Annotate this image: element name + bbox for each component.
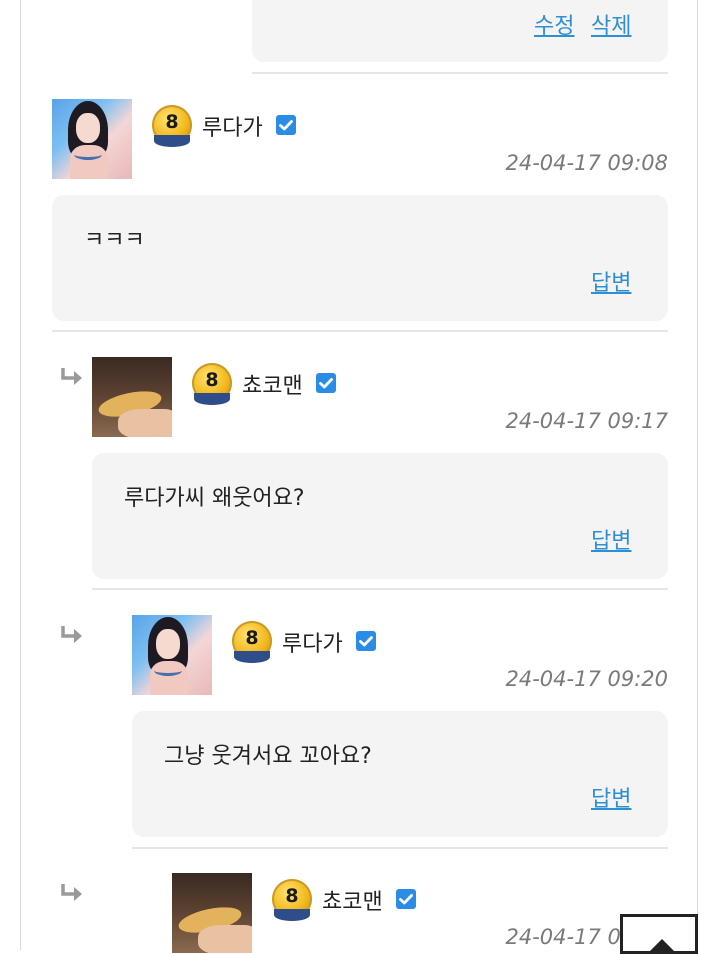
delete-link[interactable]: 삭제 — [591, 8, 631, 40]
reply-link[interactable]: 답변 — [591, 523, 631, 555]
comment-bubble — [92, 453, 668, 579]
divider — [252, 72, 668, 74]
comment-text: 그냥 웃겨서요 꼬아요? — [164, 744, 372, 769]
avatar[interactable] — [172, 873, 252, 953]
avatar[interactable] — [92, 357, 172, 437]
reply-link[interactable]: 답변 — [591, 265, 631, 297]
level-badge-icon: 8 — [152, 105, 192, 147]
verified-check-icon — [396, 889, 416, 909]
reply-arrow-icon — [61, 884, 82, 901]
divider — [132, 847, 668, 849]
author-name[interactable]: 루다가 — [202, 110, 263, 142]
level-badge-icon: 8 — [192, 363, 232, 405]
avatar[interactable] — [52, 99, 132, 179]
comment-text: 루다가씨 왜웃어요? — [124, 486, 305, 511]
reply-arrow-icon — [61, 626, 82, 643]
comment-bubble — [132, 711, 668, 837]
author-name[interactable]: 루다가 — [282, 626, 343, 658]
scroll-top-button[interactable] — [620, 914, 698, 954]
divider — [52, 330, 668, 332]
author-name[interactable]: 쵸코맨 — [322, 884, 383, 916]
comment-timestamp: 24-04-17 09:17 — [505, 409, 668, 433]
edit-link[interactable]: 수정 — [534, 8, 574, 40]
verified-check-icon — [316, 373, 336, 393]
divider — [92, 588, 668, 590]
comment-timestamp: 24-04-17 09:20 — [505, 667, 668, 691]
chevron-up-icon — [650, 939, 674, 951]
comment-text: ㅋㅋㅋ — [84, 228, 145, 253]
verified-check-icon — [276, 115, 296, 135]
reply-arrow-icon — [61, 368, 82, 385]
level-badge-icon: 8 — [232, 621, 272, 663]
comment-bubble — [52, 195, 668, 321]
verified-check-icon — [356, 631, 376, 651]
author-name[interactable]: 쵸코맨 — [242, 368, 303, 400]
comment-timestamp: 24-04-17 09:08 — [505, 151, 668, 175]
level-badge-icon: 8 — [272, 879, 312, 921]
reply-link[interactable]: 답변 — [591, 781, 631, 813]
avatar[interactable] — [132, 615, 212, 695]
